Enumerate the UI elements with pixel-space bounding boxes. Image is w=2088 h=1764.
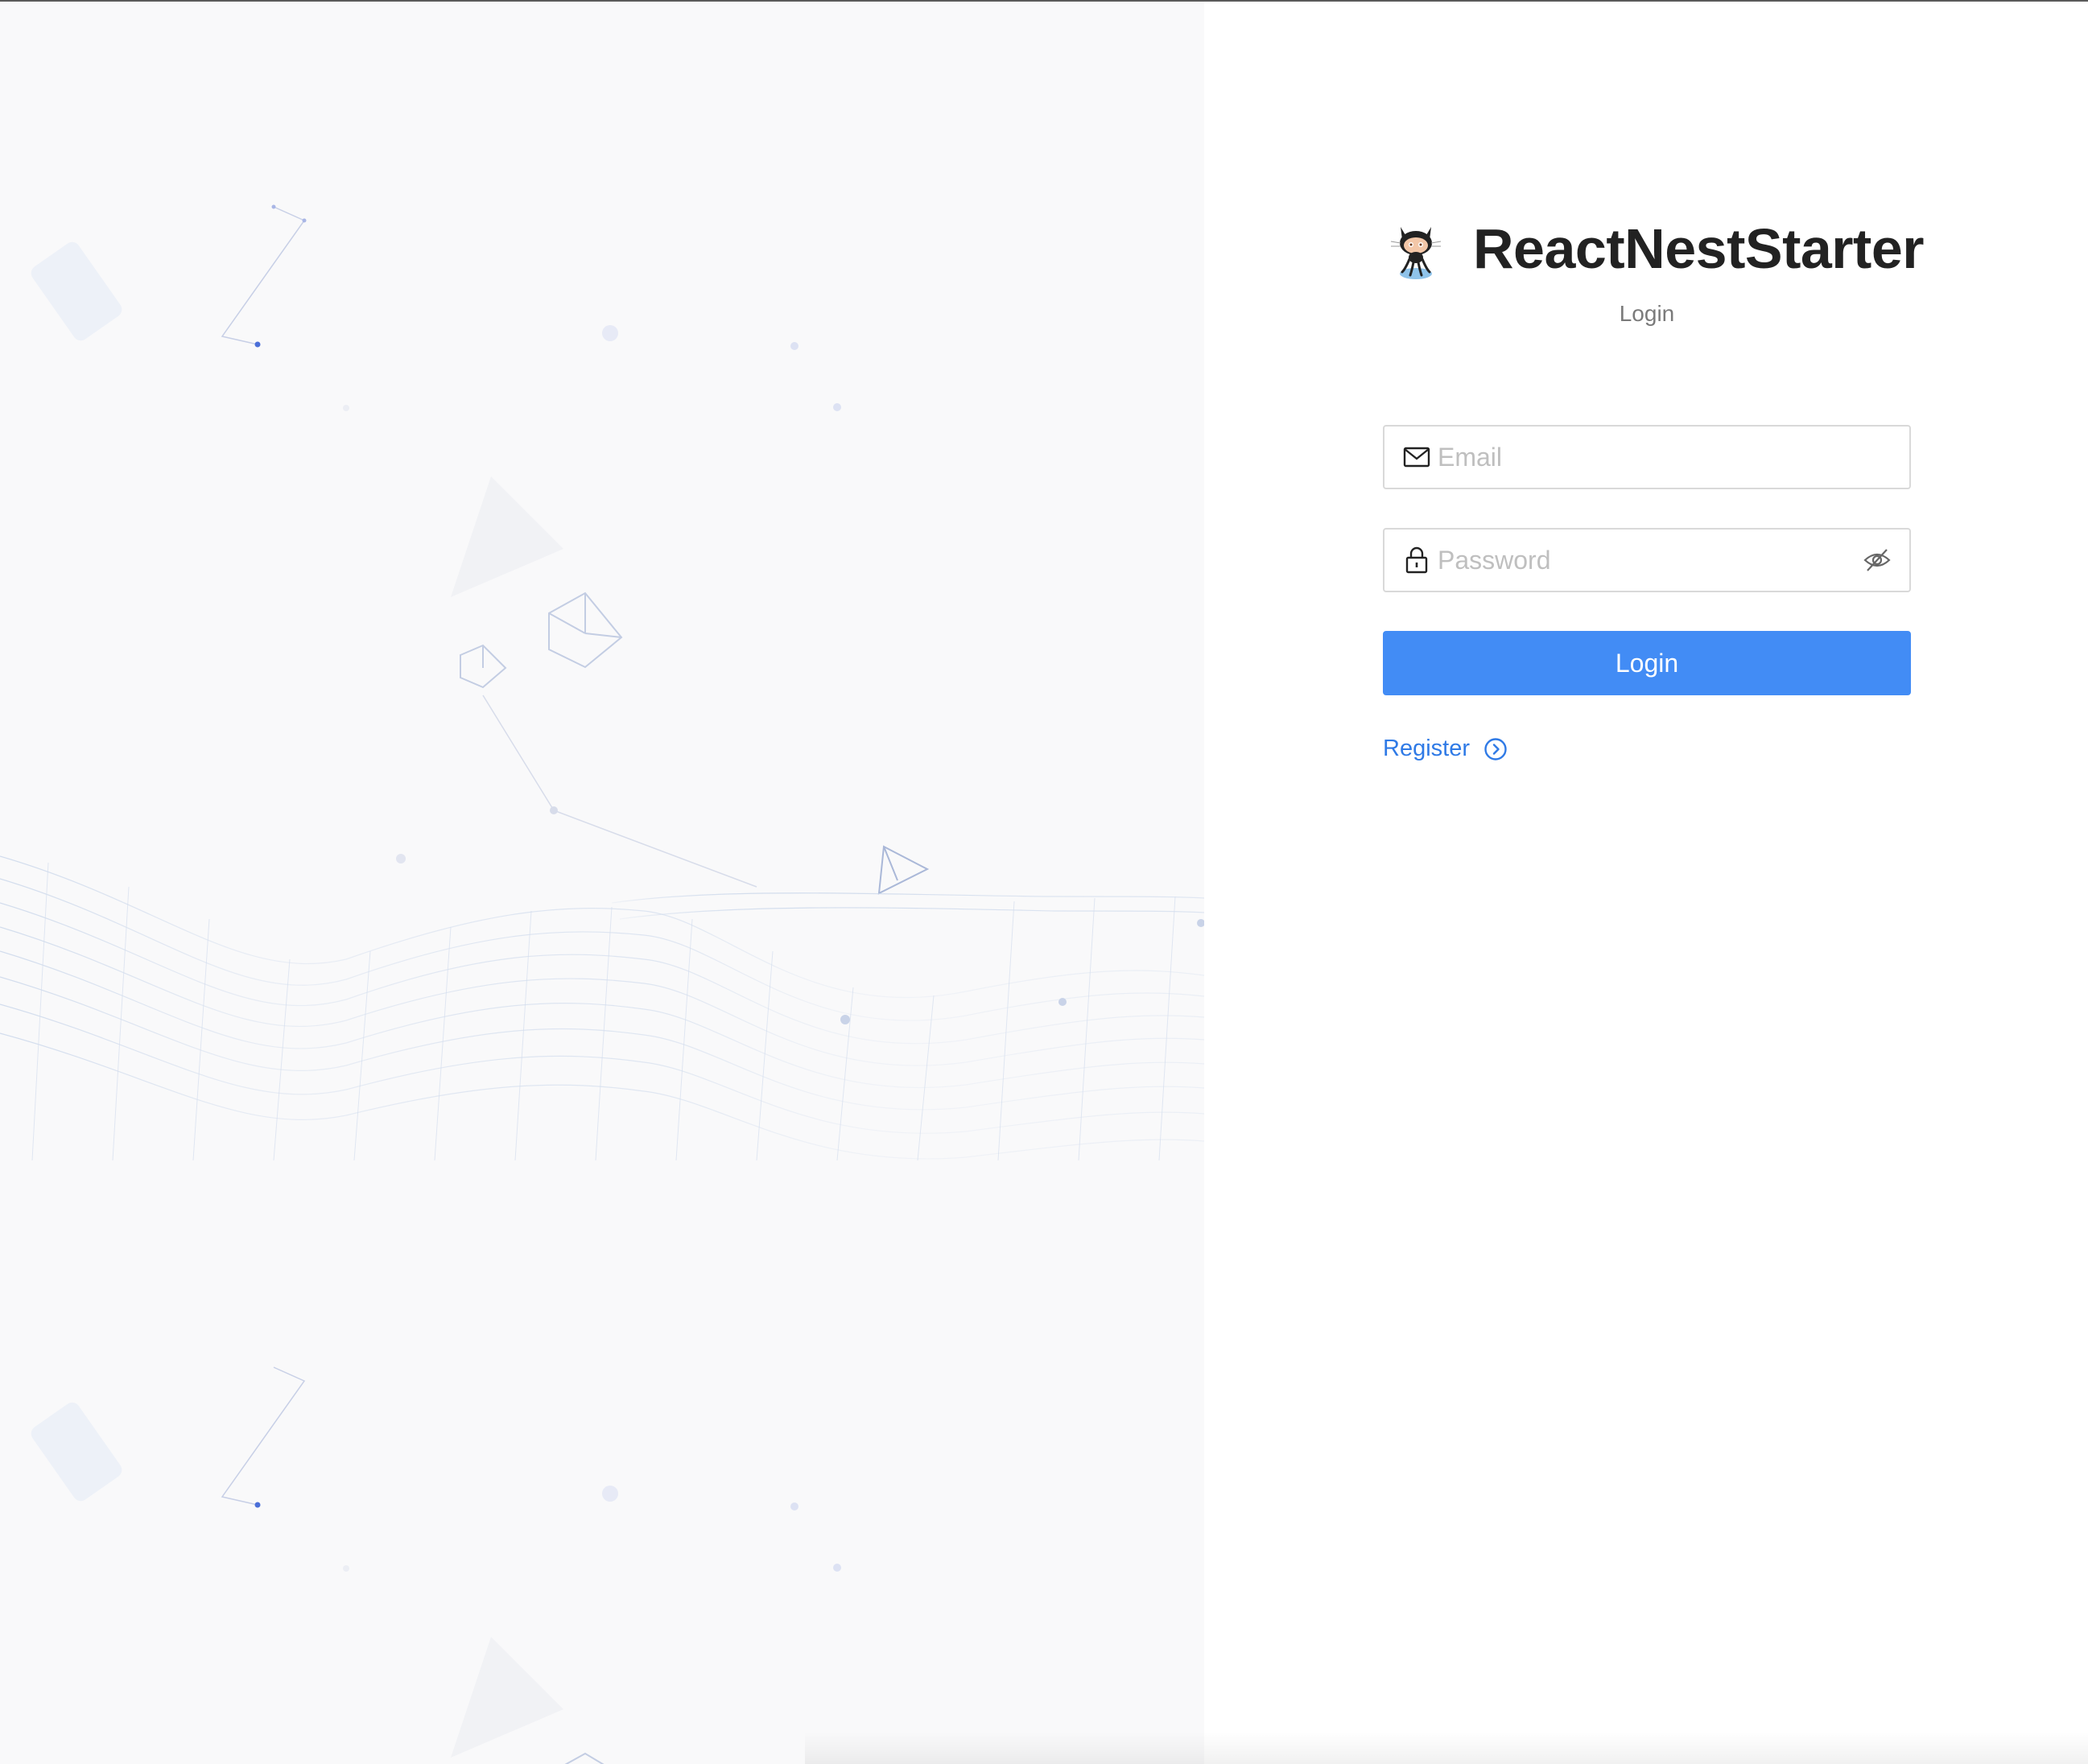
eye-invisible-icon[interactable]	[1863, 546, 1892, 575]
decor-dot	[602, 325, 618, 341]
page-subtitle: Login	[1619, 301, 1675, 326]
login-button[interactable]: Login	[1383, 631, 1911, 695]
decor-dot	[343, 405, 349, 411]
illustration-panel	[0, 2, 1204, 1764]
register-link[interactable]: Register	[1383, 736, 1508, 762]
decor-cube-small	[460, 644, 507, 689]
background-illustration	[0, 204, 1204, 1764]
decor-dot	[790, 342, 798, 350]
app-title: ReactNestStarter	[1473, 217, 1925, 280]
email-input[interactable]	[1438, 433, 1909, 481]
decor-prism	[451, 476, 563, 597]
decor-dot	[271, 204, 276, 209]
decor-dot	[302, 218, 307, 223]
decor-paper-plane	[877, 845, 930, 895]
mail-icon	[1403, 447, 1430, 468]
decor-mesh-wave	[0, 855, 1204, 1160]
decor-cube	[548, 591, 623, 669]
decor-dot	[254, 341, 261, 348]
login-page: ReactNestStarter Login Login Register	[0, 0, 2088, 1764]
decor-constellation	[221, 206, 306, 345]
password-input[interactable]	[1438, 536, 1855, 584]
brand-header: ReactNestStarter	[1383, 212, 1925, 285]
window-edge-shadow	[805, 1732, 2088, 1764]
password-field[interactable]	[1383, 528, 1911, 592]
github-octocat-icon	[1390, 227, 1442, 279]
lock-icon	[1405, 546, 1428, 574]
decor-mesh-verticals	[31, 862, 1176, 1161]
decor-dot	[833, 403, 841, 411]
right-circle-icon	[1484, 737, 1507, 760]
decor-block	[31, 241, 122, 341]
email-field[interactable]	[1383, 425, 1911, 489]
register-label: Register	[1383, 736, 1470, 761]
